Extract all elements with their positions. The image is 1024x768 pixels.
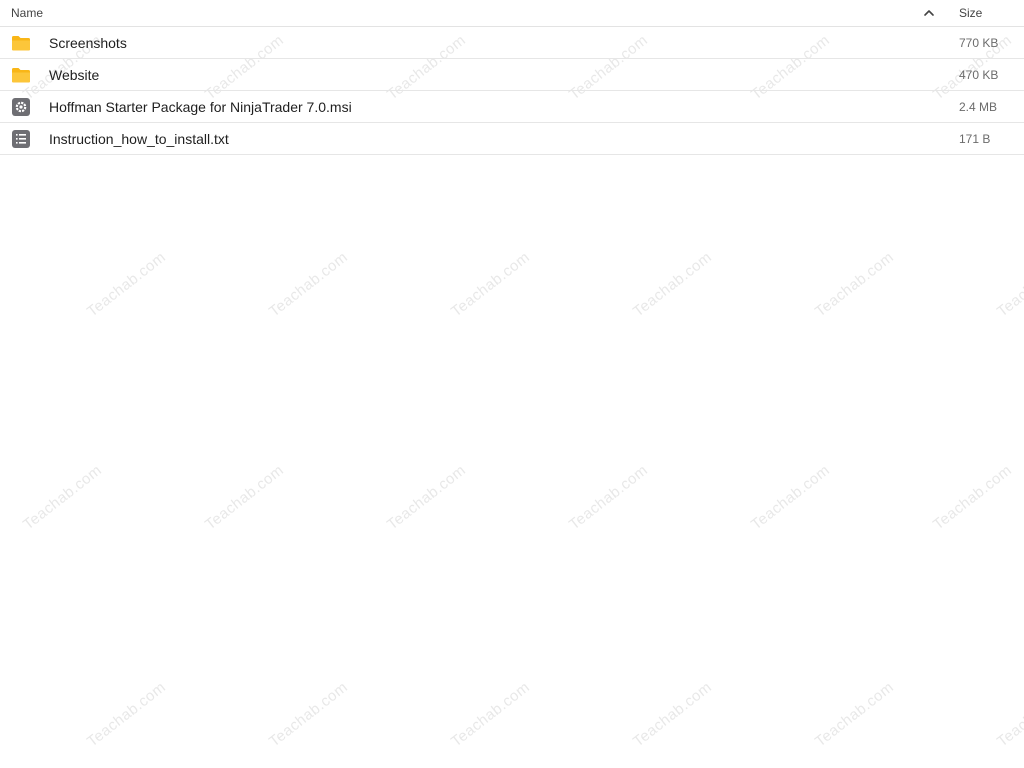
file-row-screenshots[interactable]: Screenshots 770 KB [0,27,1024,59]
file-size: 171 B [959,132,991,146]
file-name: Hoffman Starter Package for NinjaTrader … [49,99,352,115]
file-browser: Teachab.com Teachab.com Teachab.com Teachab… [0,0,1024,768]
file-name: Website [49,67,100,83]
column-header: Name Size [0,0,1024,27]
file-name: Screenshots [49,35,127,51]
folder-icon [12,36,30,51]
file-row-txt[interactable]: Instruction_how_to_install.txt 171 B [0,123,1024,155]
file-name: Instruction_how_to_install.txt [49,131,229,147]
name-column-header[interactable]: Name [11,6,43,20]
text-file-icon [12,130,30,148]
file-size: 770 KB [959,36,999,50]
size-column-header[interactable]: Size [959,6,982,20]
file-size: 470 KB [959,68,999,82]
installer-gear-icon [12,98,30,116]
file-row-msi[interactable]: Hoffman Starter Package for NinjaTrader … [0,91,1024,123]
file-list: Name Size Screenshots 770 KB Website 470… [0,0,1024,768]
file-row-website[interactable]: Website 470 KB [0,59,1024,91]
chevron-up-icon[interactable] [922,6,936,20]
file-size: 2.4 MB [959,100,998,114]
folder-icon [12,68,30,83]
